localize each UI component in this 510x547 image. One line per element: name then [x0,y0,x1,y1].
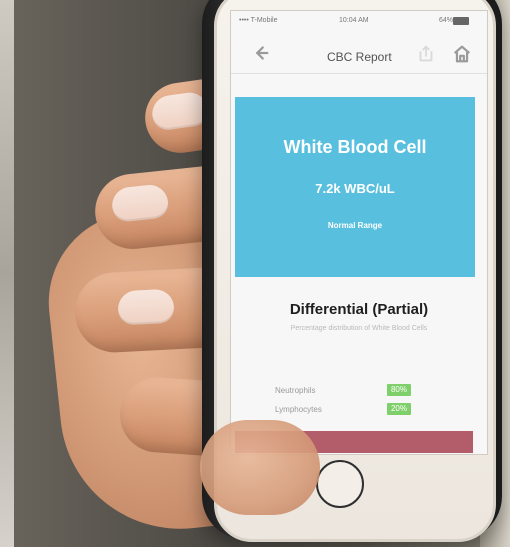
differential-badge: 80% [387,384,411,396]
differential-title: Differential (Partial) [289,301,429,318]
status-time: 10:04 AM [339,17,369,24]
fingernail [117,288,175,326]
differential-row: Neutrophils 80% [275,384,435,398]
wbc-range: Normal Range [327,221,383,230]
back-arrow-icon[interactable] [249,42,271,64]
home-icon[interactable] [451,43,473,65]
photo-scene: •••• T-Mobile 10:04 AM 64% CBC Report Wh… [0,0,510,547]
background-left [0,0,14,547]
wbc-card: White Blood Cell 7.2k WBC/uL Normal Rang… [235,97,475,277]
differential-label: Lymphocytes [275,405,322,414]
thumb [200,420,320,515]
status-bar: •••• T-Mobile 10:04 AM 64% [231,11,487,29]
phone-screen: •••• T-Mobile 10:04 AM 64% CBC Report Wh… [230,10,488,455]
nav-bar: CBC Report [231,33,487,74]
differential-label: Neutrophils [275,386,316,395]
differential-badge: 20% [387,403,411,415]
status-battery: 64% [439,17,454,24]
status-carrier: •••• T-Mobile [239,17,278,24]
page-title: CBC Report [327,50,392,64]
wbc-value: 7.2k WBC/uL [315,181,395,196]
share-icon[interactable] [415,43,437,65]
battery-icon [453,17,469,25]
wbc-title: White Blood Cell [283,137,427,157]
differential-row: Lymphocytes 20% [275,403,435,417]
home-button[interactable] [316,460,364,508]
differential-subtitle: Percentage distribution of White Blood C… [290,325,428,332]
